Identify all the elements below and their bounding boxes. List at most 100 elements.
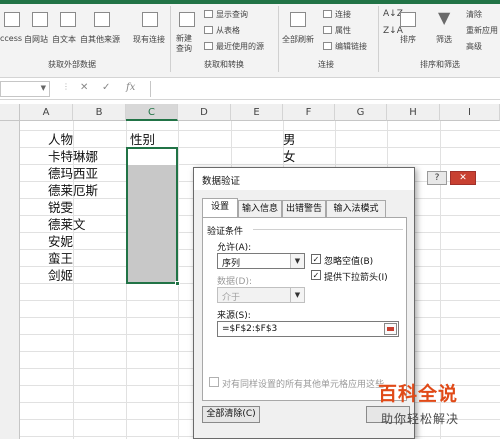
dialog-title: 数据验证 — [202, 176, 241, 187]
column-header-i[interactable]: I — [440, 104, 500, 121]
enter-icon[interactable]: ✓ — [102, 82, 110, 93]
cell-b3[interactable]: 德玛西亚 — [48, 165, 98, 182]
column-header-b[interactable]: B — [73, 104, 126, 121]
group-separator — [378, 6, 379, 72]
tab-ime-mode[interactable]: 输入法模式 — [326, 200, 386, 217]
active-cell[interactable] — [128, 149, 176, 165]
clear-all-button[interactable]: 全部清除(C) — [202, 406, 260, 423]
ribbon-item-connections[interactable]: 连接 — [335, 9, 351, 20]
ribbon-button-new-query[interactable]: 新建 查询 — [176, 34, 192, 54]
cell-b4[interactable]: 德莱厄斯 — [48, 182, 98, 199]
watermark-title: 百科全说 — [378, 383, 459, 405]
formula-input[interactable] — [150, 81, 500, 97]
ribbon-button-filter[interactable]: 筛选 — [436, 34, 452, 45]
formula-bar: ▼ ⋮ ✕ ✓ fx — [0, 78, 500, 100]
ribbon-button-refresh-all[interactable]: 全部刷新 — [282, 34, 314, 45]
edit-links-icon — [323, 42, 332, 50]
apply-all-checkbox[interactable] — [209, 377, 219, 387]
ribbon-button-from-web[interactable]: 自网站 — [24, 34, 48, 45]
ribbon-item-clear[interactable]: 清除 — [466, 9, 482, 20]
ribbon-item-properties[interactable]: 属性 — [335, 25, 351, 36]
chevron-down-icon: ▼ — [290, 288, 304, 302]
source-label: 来源(S): — [217, 311, 251, 321]
data-label: 数据(D): — [217, 277, 252, 287]
ribbon-item-reapply[interactable]: 重新应用 — [466, 25, 498, 36]
cell-b5[interactable]: 锐雯 — [48, 199, 73, 216]
ribbon-item-show-queries[interactable]: 显示查询 — [216, 9, 248, 20]
section-validation-criteria: 验证条件 — [207, 227, 244, 237]
cell-b1[interactable]: 人物 — [48, 131, 73, 148]
row-headers[interactable] — [0, 121, 20, 439]
ribbon-button-other-sources[interactable]: 自其他来源 — [80, 34, 120, 45]
allow-label: 允许(A): — [217, 243, 252, 253]
web-icon[interactable] — [32, 12, 48, 27]
dialog-titlebar[interactable]: 数据验证 ? — [194, 168, 447, 190]
cell-b6[interactable]: 德莱文 — [48, 216, 86, 233]
tab-error-alert[interactable]: 出错警告 — [282, 200, 326, 217]
text-icon[interactable] — [60, 12, 76, 27]
column-header-c[interactable]: C — [126, 104, 178, 121]
column-header-f[interactable]: F — [283, 104, 335, 121]
other-sources-icon[interactable] — [94, 12, 110, 27]
filter-icon[interactable]: ▼ — [438, 8, 450, 27]
column-header-e[interactable]: E — [231, 104, 283, 121]
group-label-get-transform: 获取和转换 — [204, 60, 244, 69]
dropdown-arrow-checkbox[interactable]: ✓ — [311, 270, 321, 280]
section-divider — [253, 229, 403, 230]
data-select: 介于 ▼ — [217, 287, 305, 303]
ribbon-button-from-text[interactable]: 自文本 — [52, 34, 76, 45]
ignore-blank-checkbox[interactable]: ✓ — [311, 254, 321, 264]
sort-icon[interactable] — [400, 12, 416, 27]
chevron-down-icon[interactable]: ▼ — [290, 254, 304, 268]
new-query-icon[interactable] — [179, 12, 195, 27]
range-picker-icon[interactable] — [384, 323, 397, 335]
cancel-icon[interactable]: ✕ — [80, 82, 88, 93]
selected-range[interactable] — [126, 147, 178, 284]
ignore-blank-label[interactable]: 忽略空值(B) — [324, 254, 373, 267]
ribbon-item-edit-links[interactable]: 编辑链接 — [335, 41, 367, 52]
cell-b9[interactable]: 剑姬 — [48, 267, 73, 284]
cell-b2[interactable]: 卡特琳娜 — [48, 148, 98, 165]
allow-select[interactable]: 序列 ▼ — [217, 253, 305, 269]
source-input[interactable]: =$F$2:$F$3 — [217, 321, 399, 337]
ribbon-button-access[interactable]: ccess — [0, 34, 22, 43]
table-icon — [204, 26, 213, 34]
column-header-d[interactable]: D — [178, 104, 231, 121]
chevron-down-icon[interactable]: ▼ — [41, 84, 46, 92]
group-label-external-data: 获取外部数据 — [48, 60, 96, 69]
cell-b7[interactable]: 安妮 — [48, 233, 73, 250]
ribbon-button-existing-connections[interactable]: 现有连接 — [133, 34, 165, 45]
access-icon[interactable] — [4, 12, 20, 27]
data-select-value: 介于 — [222, 293, 241, 303]
ribbon-item-recent-sources[interactable]: 最近使用的源 — [216, 41, 264, 52]
fill-handle[interactable] — [175, 281, 180, 286]
range-picker-mark — [387, 327, 394, 331]
select-all-corner[interactable] — [0, 104, 20, 121]
settings-panel: 验证条件 允许(A): 序列 ▼ ✓ 忽略空值(B) ✓ 提供下拉箭头(I) 数… — [202, 217, 407, 401]
ribbon-item-advanced[interactable]: 高级 — [466, 41, 482, 52]
column-header-a[interactable]: A — [20, 104, 73, 121]
fx-icon[interactable]: fx — [126, 82, 135, 93]
help-button[interactable]: ? — [427, 171, 447, 185]
cell-b8[interactable]: 蛮王 — [48, 250, 73, 267]
group-separator — [278, 6, 279, 72]
source-value: =$F$2:$F$3 — [222, 324, 278, 334]
tab-input-message[interactable]: 输入信息 — [238, 200, 282, 217]
column-header-h[interactable]: H — [387, 104, 440, 121]
column-header-g[interactable]: G — [335, 104, 387, 121]
ribbon-item-from-table[interactable]: 从表格 — [216, 25, 240, 36]
ribbon-accent-bar — [0, 0, 500, 4]
cell-c1[interactable]: 性别 — [130, 131, 155, 148]
existing-connections-icon[interactable] — [142, 12, 158, 27]
grid-line — [178, 121, 179, 439]
name-box[interactable]: ▼ — [0, 81, 50, 97]
dropdown-arrow-label[interactable]: 提供下拉箭头(I) — [324, 270, 388, 283]
refresh-all-icon[interactable] — [290, 12, 306, 27]
apply-all-label[interactable]: 对有同样设置的所有其他单元格应用这些 — [222, 377, 384, 390]
cell-f1[interactable]: 男 — [283, 131, 296, 148]
ribbon-button-sort[interactable]: 排序 — [400, 34, 416, 45]
close-icon[interactable]: ✕ — [450, 171, 476, 185]
group-label-sort-filter: 排序和筛选 — [420, 60, 460, 69]
cell-f2[interactable]: 女 — [283, 148, 296, 165]
tab-settings[interactable]: 设置 — [202, 198, 238, 218]
